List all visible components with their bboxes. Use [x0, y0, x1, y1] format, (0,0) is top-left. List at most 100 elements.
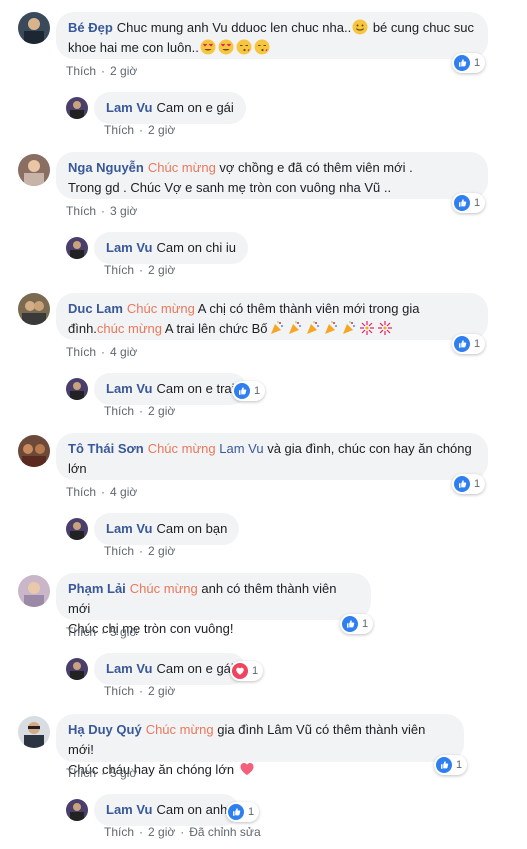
timestamp[interactable]: 4 giờ — [110, 345, 137, 359]
reply-meta: Thích · 2 giờ — [104, 404, 176, 418]
timestamp[interactable]: 2 giờ — [148, 825, 175, 839]
comment-author[interactable]: Bé Đẹp — [68, 20, 113, 35]
reply-text: Cam on chi iu — [156, 240, 236, 255]
comment-bubble: Nga Nguyễn Chúc mừng vợ chồng e đã có thê… — [56, 152, 488, 199]
avatar[interactable] — [18, 575, 50, 607]
reaction-count[interactable]: 1 — [230, 661, 264, 681]
comment-text: đình. — [68, 321, 97, 336]
avatar[interactable] — [18, 293, 50, 325]
red-heart-emoji-icon — [239, 761, 255, 777]
reply-text: Cam on anh — [156, 802, 228, 817]
comment-author[interactable]: Phạm Lải — [68, 581, 126, 596]
comment-meta: Thích · 4 giờ — [66, 485, 138, 499]
reply-author[interactable]: Lam Vu — [106, 100, 152, 115]
avatar[interactable] — [66, 658, 88, 680]
mention-tag[interactable]: chúc mừng — [97, 321, 162, 336]
timestamp[interactable]: 4 giờ — [110, 485, 137, 499]
like-link[interactable]: Thích — [66, 345, 96, 359]
avatar[interactable] — [66, 799, 88, 821]
like-reaction-icon — [342, 616, 358, 632]
reply-text: Cam on e trai — [156, 381, 235, 396]
mention-tag[interactable]: Lam Vu — [219, 441, 263, 456]
avatar[interactable] — [66, 518, 88, 540]
mention-tag[interactable]: Chúc mừng — [148, 160, 216, 175]
like-link[interactable]: Thích — [104, 263, 134, 277]
timestamp[interactable]: 2 giờ — [148, 263, 175, 277]
comment-text: Chuc mung anh Vu dduoc len chuc nha.. — [116, 20, 352, 35]
timestamp[interactable]: 2 giờ — [148, 123, 175, 137]
reply-author[interactable]: Lam Vu — [106, 521, 152, 536]
like-link[interactable]: Thích — [66, 766, 96, 780]
like-link[interactable]: Thích — [66, 204, 96, 218]
like-link[interactable]: Thích — [66, 485, 96, 499]
fireworks-emoji-icon — [377, 320, 393, 336]
like-link[interactable]: Thích — [104, 544, 134, 558]
like-reaction-icon — [228, 804, 244, 820]
comment-text: A chị có thêm thành viên mới trong gia — [194, 301, 420, 316]
like-link[interactable]: Thích — [104, 404, 134, 418]
timestamp[interactable]: 2 giờ — [110, 64, 137, 78]
avatar[interactable] — [18, 12, 50, 44]
kiss-emoji-icon — [254, 39, 270, 55]
like-reaction-icon — [436, 757, 452, 773]
mention-tag[interactable]: Chúc mừng — [146, 722, 214, 737]
like-reaction-icon — [454, 336, 470, 352]
timestamp[interactable]: 2 giờ — [148, 544, 175, 558]
avatar[interactable] — [18, 716, 50, 748]
reply-bubble: Lam Vu Cam on e gái — [94, 653, 246, 685]
reaction-count[interactable]: 1 — [434, 755, 468, 775]
timestamp[interactable]: 2 giờ — [148, 404, 175, 418]
timestamp[interactable]: 2 giờ — [148, 684, 175, 698]
like-link[interactable]: Thích — [104, 825, 134, 839]
reply-meta: Thích · 2 giờ — [104, 544, 176, 558]
avatar[interactable] — [66, 237, 88, 259]
reaction-count[interactable]: 1 — [452, 334, 486, 354]
love-reaction-icon — [232, 663, 248, 679]
reply-author[interactable]: Lam Vu — [106, 381, 152, 396]
reply-meta: Thích · 2 giờ — [104, 263, 176, 277]
avatar[interactable] — [18, 154, 50, 186]
mention-tag[interactable]: Chúc mừng — [127, 301, 195, 316]
comment-meta: Thích · 4 giờ — [66, 345, 138, 359]
comment-bubble: Hạ Duy Quý Chúc mừng gia đình Lâm Vũ có t… — [56, 714, 464, 777]
like-link[interactable]: Thích — [104, 123, 134, 137]
avatar[interactable] — [66, 378, 88, 400]
avatar[interactable] — [18, 435, 50, 467]
comment-author[interactable]: Hạ Duy Quý — [68, 722, 142, 737]
comment-bubble: Bé Đẹp Chuc mung anh Vu dduoc len chuc nh… — [56, 12, 488, 59]
comment-author[interactable]: Duc Lam — [68, 301, 123, 316]
mention-tag[interactable]: Chúc mừng — [148, 441, 216, 456]
comment-bubble: Tô Thái Sơn Chúc mừng Lam Vu và gia đình,… — [56, 433, 488, 480]
like-link[interactable]: Thích — [104, 684, 134, 698]
timestamp[interactable]: 3 giờ — [110, 204, 137, 218]
reply-text: Cam on e gái — [156, 100, 234, 115]
timestamp[interactable]: 5 giờ — [110, 625, 137, 639]
reply-bubble: Lam Vu Cam on bạn — [94, 513, 240, 545]
like-link[interactable]: Thích — [66, 625, 96, 639]
reaction-count[interactable]: 1 — [226, 802, 260, 822]
smile-emoji-icon — [352, 19, 368, 35]
reply-author[interactable]: Lam Vu — [106, 240, 152, 255]
mention-tag[interactable]: Chúc mừng — [130, 581, 198, 596]
avatar[interactable] — [66, 97, 88, 119]
like-link[interactable]: Thích — [66, 64, 96, 78]
reply-author[interactable]: Lam Vu — [106, 661, 152, 676]
reaction-count[interactable]: 1 — [452, 193, 486, 213]
reaction-count[interactable]: 1 — [452, 53, 486, 73]
comment-author[interactable]: Nga Nguyễn — [68, 160, 144, 175]
comment-bubble: Duc Lam Chúc mừng A chị có thêm thành viê… — [56, 293, 488, 340]
reaction-count[interactable]: 1 — [232, 381, 266, 401]
reply-bubble: Lam Vu Cam on anh — [94, 794, 240, 826]
reply-meta: Thích · 2 giờ — [104, 123, 176, 137]
reply-author[interactable]: Lam Vu — [106, 802, 152, 817]
reply-bubble: Lam Vu Cam on e trai — [94, 373, 247, 405]
comment-author[interactable]: Tô Thái Sơn — [68, 441, 144, 456]
timestamp[interactable]: 5 giờ — [110, 766, 137, 780]
like-reaction-icon — [454, 195, 470, 211]
comment-text: bé cung chuc suc — [369, 20, 474, 35]
reply-text: Cam on bạn — [156, 521, 228, 536]
reaction-count[interactable]: 1 — [340, 614, 374, 634]
comment-meta: Thích · 3 giờ — [66, 204, 138, 218]
reaction-count[interactable]: 1 — [452, 474, 486, 494]
edited-label[interactable]: Đã chỉnh sửa — [189, 825, 260, 839]
